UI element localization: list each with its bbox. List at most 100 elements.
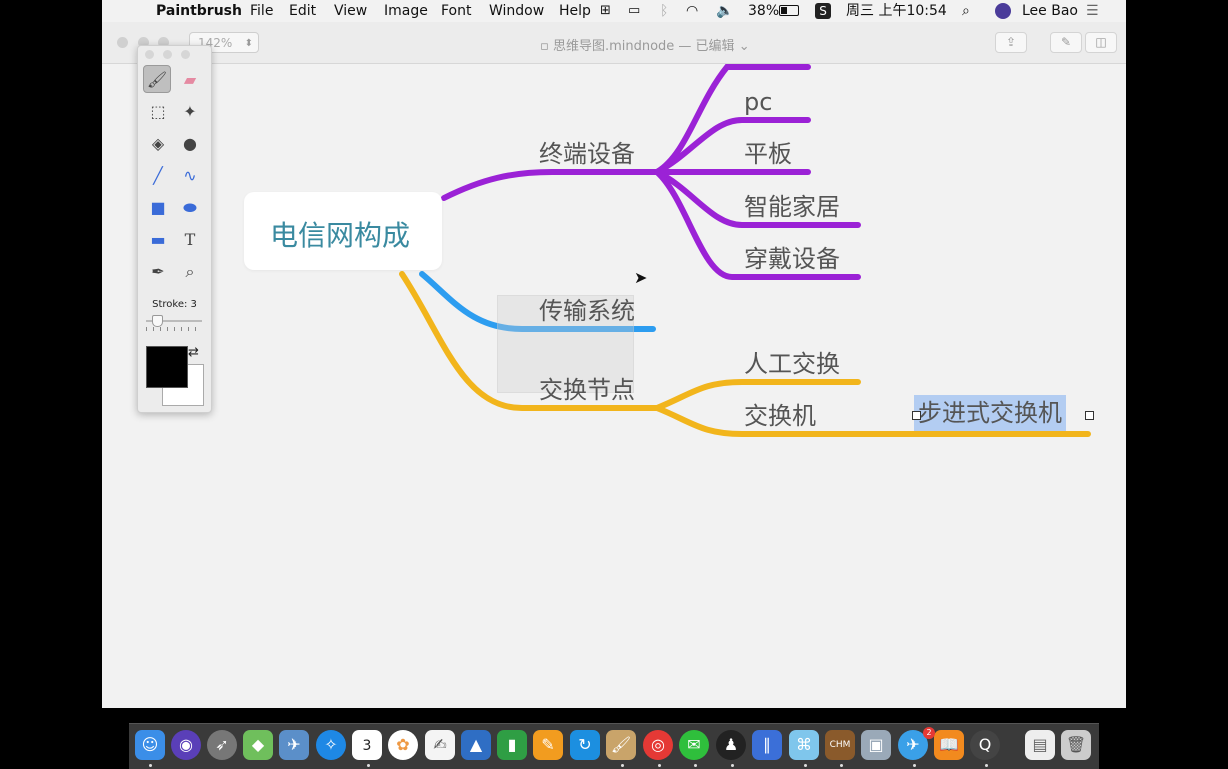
user-avatar[interactable] [995, 3, 1011, 19]
menu-window[interactable]: Window [489, 2, 544, 20]
palette-zoom-button[interactable] [181, 50, 190, 59]
paintbrush-tool-icon[interactable]: 🖌 [143, 65, 171, 93]
magic-wand-tool-icon[interactable]: ✦ [176, 98, 204, 126]
stroke-slider-knob[interactable] [152, 315, 163, 327]
menu-view[interactable]: View [334, 2, 367, 20]
rectangle-tool-icon[interactable]: ■ [144, 194, 172, 222]
launchpad-icon[interactable]: ➶ [207, 730, 237, 760]
node-wearable[interactable]: 穿戴设备 [744, 245, 840, 273]
selection-handle-right[interactable] [1085, 411, 1094, 420]
qq-running-dot [731, 764, 734, 767]
siri-icon[interactable]: ◉ [171, 730, 201, 760]
paintbrush-icon[interactable]: 🖌 [606, 730, 636, 760]
window-title[interactable]: ▫ 思维导图.mindnode — 已编辑 ⌄ [540, 35, 750, 54]
zoom-tool-icon[interactable]: ⌕ [176, 258, 204, 286]
line-tool-icon[interactable]: ╱ [144, 162, 172, 190]
notification-center-icon[interactable]: ☰ [1086, 2, 1099, 20]
sidebar-toggle-button[interactable]: ◫ [1085, 32, 1117, 53]
stroke-label: Stroke: 3 [152, 299, 197, 310]
root-node-label: 电信网构成 [270, 219, 411, 252]
sync-icon[interactable]: ↻ [570, 730, 600, 760]
fill-tool-icon[interactable]: ◈ [144, 130, 172, 158]
node-step-switch-selected[interactable]: 步进式交换机 [914, 395, 1066, 431]
chevron-down-icon: ⌄ [738, 39, 750, 54]
node-terminal-devices[interactable]: 终端设备 [539, 140, 635, 168]
bluetooth-icon[interactable]: ᛒ [660, 2, 668, 20]
menu-help[interactable]: Help [559, 2, 591, 20]
menu-font[interactable]: Font [441, 2, 471, 20]
rect-select-tool-icon[interactable]: ⬚ [144, 98, 172, 126]
stepper-icon[interactable]: ⬍ [245, 33, 253, 54]
node-transmission[interactable]: 传输系统 [539, 297, 635, 325]
dock: ☺ ◉ ➶ ◆ ✈ ✧ 3 ✿ ✍ ▲ ▮ ✎ ↻ 🖌 ◎ ✉ ♟ ∥ ⌘ CH… [129, 723, 1099, 769]
books-icon[interactable]: 📖 [934, 730, 964, 760]
eraser-tool-icon[interactable]: ▰ [176, 66, 204, 94]
menu-edit[interactable]: Edit [289, 2, 316, 20]
menu-file[interactable]: File [250, 2, 273, 20]
wechat-icon[interactable]: ✉ [679, 730, 709, 760]
selection-handle-left[interactable] [912, 411, 921, 420]
title-bar: 142% ⬍ ▫ 思维导图.mindnode — 已编辑 ⌄ ⇪ ✎ ◫ [102, 22, 1126, 64]
connector-root-terminal [441, 169, 660, 201]
menu-clock[interactable]: 周三 上午10:54 [846, 2, 947, 20]
airplay-icon[interactable]: ▭ [628, 2, 640, 20]
close-window-button[interactable] [117, 37, 128, 48]
swap-colors-icon[interactable]: ⇄ [188, 345, 199, 360]
menu-image[interactable]: Image [384, 2, 428, 20]
node-manual-switching[interactable]: 人工交换 [744, 350, 840, 378]
root-node[interactable]: 电信网构成 [244, 192, 442, 270]
palette-minimize-button[interactable] [163, 50, 172, 59]
style-button[interactable]: ✎ [1050, 32, 1082, 53]
parallels-icon[interactable]: ∥ [752, 730, 782, 760]
chrome-running-dot [658, 764, 661, 767]
node-pc[interactable]: pc [744, 88, 772, 116]
calendar-icon[interactable]: 3 [352, 730, 382, 760]
battery-icon[interactable] [779, 2, 799, 20]
preview2-icon[interactable]: ▣ [861, 730, 891, 760]
mouse-cursor-icon: ➤ [634, 268, 648, 287]
chrome-icon[interactable]: ◎ [643, 730, 673, 760]
s-app-icon[interactable]: S [815, 3, 831, 19]
textedit-icon[interactable]: ✍ [425, 730, 455, 760]
node-switch[interactable]: 交换机 [744, 402, 816, 430]
bomb-tool-icon[interactable]: ● [176, 130, 204, 158]
menu-app-name[interactable]: Paintbrush [156, 2, 242, 20]
wifi-icon[interactable]: ◠ [686, 2, 698, 20]
quicktime-icon[interactable]: Q [970, 730, 1000, 760]
ellipse-tool-icon[interactable]: ⬬ [176, 194, 204, 222]
node-smart-home[interactable]: 智能家居 [744, 193, 840, 221]
mindmap-canvas[interactable]: 电信网构成 终端设备 pc 平板 智能家居 穿戴设备 传输系统 交换节点 人工交… [102, 64, 1126, 708]
finder-icon[interactable]: ☺ [135, 730, 165, 760]
rounded-rect-tool-icon[interactable]: ▬ [144, 226, 172, 254]
keynote-icon[interactable]: ▲ [461, 730, 491, 760]
curve-tool-icon[interactable]: ∿ [176, 162, 204, 190]
photos-icon[interactable]: ✿ [388, 730, 418, 760]
wechat-running-dot [694, 764, 697, 767]
node-switching-nodes[interactable]: 交换节点 [539, 376, 635, 404]
user-name[interactable]: Lee Bao [1022, 2, 1078, 20]
input-method-icon[interactable]: ⊞ [600, 2, 611, 20]
preview-icon[interactable]: ✈ [279, 730, 309, 760]
qq-icon[interactable]: ♟ [716, 730, 746, 760]
node-tablet[interactable]: 平板 [744, 140, 792, 168]
eyedropper-tool-icon[interactable]: ✒ [144, 258, 172, 286]
numbers-icon[interactable]: ▮ [497, 730, 527, 760]
text-tool-icon[interactable]: T [176, 226, 204, 254]
calendar-day: 3 [362, 738, 372, 754]
documents-icon[interactable]: ▤ [1025, 730, 1055, 760]
pages-icon[interactable]: ✎ [533, 730, 563, 760]
safari-icon[interactable]: ✧ [316, 730, 346, 760]
palette-close-button[interactable] [145, 50, 154, 59]
mindnode-icon[interactable]: ⌘ [789, 730, 819, 760]
battery-percent[interactable]: 38% [748, 2, 779, 20]
volume-icon[interactable]: 🔈 [716, 2, 733, 20]
share-button[interactable]: ⇪ [995, 32, 1027, 53]
stroke-slider-ticks [146, 327, 202, 331]
foreground-color-swatch[interactable] [146, 346, 188, 388]
spotlight-icon[interactable]: ⌕ [962, 2, 970, 20]
mindnode-running-dot [804, 764, 807, 767]
chm-icon[interactable]: CHM [825, 730, 855, 760]
maps-icon[interactable]: ◆ [243, 730, 273, 760]
trash-icon[interactable]: 🗑 [1061, 730, 1091, 760]
document-title: 思维导图.mindnode — 已编辑 [552, 39, 735, 54]
